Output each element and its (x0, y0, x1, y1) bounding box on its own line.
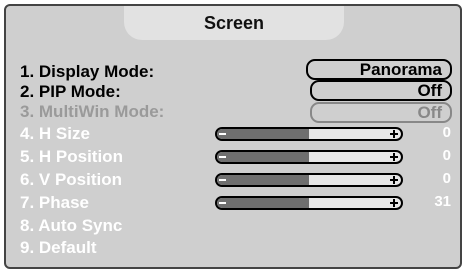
minus-icon (219, 179, 226, 181)
menu-item-h-position-label: 5. H Position (20, 147, 123, 166)
menu-item-pip-mode-label[interactable]: 2. PIP Mode: (20, 82, 121, 102)
v-position-slider (215, 173, 403, 187)
minus-icon (219, 202, 226, 204)
slider-fill (217, 152, 309, 162)
phase-value: 31 (434, 193, 451, 210)
h-size-value: 0 (442, 124, 451, 141)
menu-item-h-size-label: 4. H Size (20, 124, 90, 143)
menu-item-phase-label: 7. Phase (20, 193, 89, 212)
minus-icon (219, 133, 226, 135)
h-size-slider (215, 127, 403, 141)
slider-fill (217, 175, 309, 185)
slider-fill (217, 129, 309, 139)
phase-slider (215, 196, 403, 210)
v-position-value: 0 (442, 170, 451, 187)
menu-item-multiwin-mode-label: 3. MultiWin Mode: (20, 102, 165, 121)
menu-item-auto-sync-label: 8. Auto Sync (20, 216, 123, 235)
multiwin-mode-value: Off (310, 102, 452, 123)
menu-item-display-mode-label[interactable]: 1. Display Mode: (20, 62, 154, 82)
h-position-value: 0 (442, 147, 451, 164)
minus-icon (219, 156, 226, 158)
menu-item-v-position-label: 6. V Position (20, 170, 123, 189)
slider-fill (217, 198, 309, 208)
display-mode-value[interactable]: Panorama (306, 59, 452, 80)
pip-mode-value[interactable]: Off (310, 80, 452, 101)
menu-title: Screen (124, 6, 344, 40)
screen-osd-menu: Screen 1. Display Mode: Panorama 2. PIP … (4, 4, 462, 269)
menu-item-default-label: 9. Default (20, 238, 97, 257)
h-position-slider (215, 150, 403, 164)
